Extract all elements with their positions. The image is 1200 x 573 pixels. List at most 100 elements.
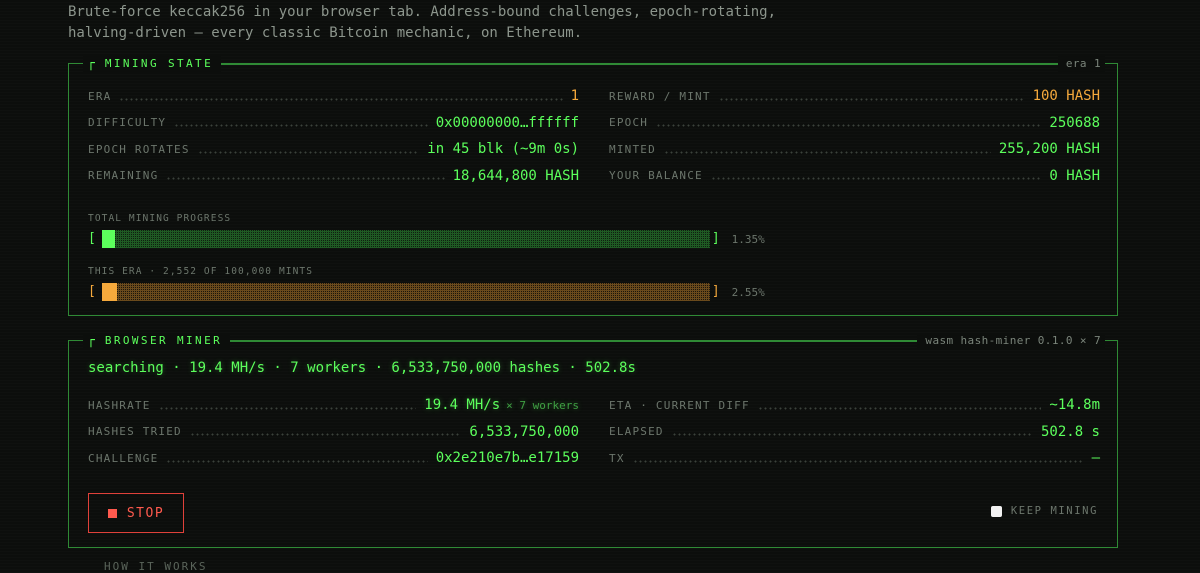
stat-label: CHALLENGE — [88, 451, 159, 465]
stat-label: REWARD / MINT — [609, 89, 711, 103]
corner-bracket-icon: ┌ — [83, 333, 99, 349]
stat-value-hashes-tried: 6,533,750,000 — [469, 423, 579, 440]
stat-row-elapsed: ELAPSED 502.8 s — [609, 419, 1100, 446]
stat-value-hashrate: 19.4 MH/s × 7 workers — [424, 397, 579, 413]
mining-state-left-col: ERA 1 DIFFICULTY 0x00000000…ffffff EPOCH… — [88, 83, 579, 189]
stop-button[interactable]: STOP — [88, 493, 184, 533]
stat-row-difficulty: DIFFICULTY 0x00000000…ffffff — [88, 110, 579, 137]
leader-dots — [663, 150, 991, 154]
stat-row-tx: TX — — [609, 445, 1100, 472]
stat-row-eta: ETA · CURRENT DIFF ~14.8m — [609, 392, 1100, 419]
stat-row-hashrate: HASHRATE 19.4 MH/s × 7 workers — [88, 392, 579, 419]
stat-label: YOUR BALANCE — [609, 169, 703, 183]
stat-label: MINTED — [609, 142, 656, 156]
leader-dots — [671, 433, 1033, 437]
total-progress-bar: [ ] 1.35% — [88, 229, 765, 249]
stat-value-challenge: 0x2e210e7b…e17159 — [435, 450, 579, 467]
stat-value-epoch: 250688 — [1049, 114, 1100, 131]
miner-version-tag: wasm hash-miner 0.1.0 × 7 — [917, 333, 1105, 349]
stat-label: HASHES TRIED — [88, 425, 182, 439]
stat-label: TX — [609, 451, 625, 465]
miner-right-col: ETA · CURRENT DIFF ~14.8m ELAPSED 502.8 … — [609, 392, 1100, 472]
leader-dots — [656, 124, 1042, 128]
stat-row-reward: REWARD / MINT 100 HASH — [609, 83, 1100, 110]
era-progress-label: THIS ERA · 2,552 OF 100,000 MINTS — [88, 266, 314, 277]
corner-bracket-icon: ┌ — [83, 56, 99, 72]
bracket-open: [ — [88, 231, 96, 246]
stat-value-difficulty: 0x00000000…ffffff — [435, 114, 579, 131]
intro-line-2: halving-driven — every classic Bitcoin m… — [68, 25, 583, 41]
leader-dots — [166, 459, 428, 463]
miner-left-col: HASHRATE 19.4 MH/s × 7 workers HASHES TRI… — [88, 392, 579, 472]
intro-text: Brute-force keccak256 in your browser ta… — [68, 2, 1068, 44]
leader-dots — [119, 97, 563, 101]
leader-dots — [718, 97, 1025, 101]
browser-miner-panel: ┌ BROWSER MINER wasm hash-miner 0.1.0 × … — [68, 333, 1118, 548]
stat-label: DIFFICULTY — [88, 116, 167, 130]
hashrate-workers: × 7 workers — [506, 399, 579, 413]
stop-square-icon — [107, 508, 117, 518]
stat-row-challenge: CHALLENGE 0x2e210e7b…e17159 — [88, 445, 579, 472]
era-progress-track — [101, 283, 710, 301]
leader-dots — [632, 459, 1084, 463]
total-progress-percent: 1.35% — [731, 232, 765, 246]
browser-miner-header: ┌ BROWSER MINER wasm hash-miner 0.1.0 × … — [83, 333, 1105, 349]
miner-stats: HASHRATE 19.4 MH/s × 7 workers HASHES TRI… — [88, 392, 1100, 472]
stat-row-hashes-tried: HASHES TRIED 6,533,750,000 — [88, 419, 579, 446]
stat-value-remaining: 18,644,800 HASH — [452, 167, 579, 184]
mining-state-panel: ┌ MINING STATE era 1 ERA 1 DIFFICULTY 0x… — [68, 56, 1118, 316]
checkbox-icon[interactable] — [990, 505, 1002, 517]
stat-label: REMAINING — [88, 169, 159, 183]
stat-value-era: 1 — [570, 88, 579, 105]
mining-state-title: MINING STATE — [98, 56, 222, 72]
total-progress-label: TOTAL MINING PROGRESS — [88, 213, 232, 224]
stat-row-epoch-rotates: EPOCH ROTATES in 45 blk (~9m 0s) — [88, 136, 579, 163]
header-rule — [221, 63, 1058, 65]
stat-label: ERA — [88, 89, 112, 103]
bracket-close: ] — [711, 231, 720, 246]
stat-value-elapsed: 502.8 s — [1040, 423, 1100, 440]
stat-value-tx: — — [1091, 450, 1100, 467]
leader-dots — [757, 406, 1042, 410]
mining-state-stats: ERA 1 DIFFICULTY 0x00000000…ffffff EPOCH… — [88, 83, 1100, 189]
leader-dots — [174, 124, 428, 128]
stat-value-minted: 255,200 HASH — [998, 141, 1100, 158]
mining-state-right-col: REWARD / MINT 100 HASH EPOCH 250688 MINT… — [609, 83, 1100, 189]
leader-dots — [710, 177, 1042, 181]
keep-mining-label: KEEP MINING — [1010, 505, 1098, 517]
stat-label: ETA · CURRENT DIFF — [609, 398, 750, 412]
stat-value-eta: ~14.8m — [1049, 397, 1100, 414]
stat-row-epoch: EPOCH 250688 — [609, 110, 1100, 137]
leader-dots — [189, 433, 462, 437]
header-rule — [230, 340, 918, 342]
era-progress-percent: 2.55% — [731, 285, 765, 299]
stat-row-remaining: REMAINING 18,644,800 HASH — [88, 163, 579, 190]
browser-miner-title: BROWSER MINER — [98, 333, 231, 349]
miner-status: searching · 19.4 MH/s · 7 workers · 6,53… — [88, 360, 636, 376]
stat-label: HASHRATE — [88, 398, 151, 412]
keep-mining-toggle[interactable]: KEEP MINING — [990, 505, 1098, 517]
intro-line-1: Brute-force keccak256 in your browser ta… — [68, 4, 777, 20]
total-progress-track — [101, 230, 710, 248]
leader-dots — [197, 150, 420, 154]
stat-row-balance: YOUR BALANCE 0 HASH — [609, 163, 1100, 190]
era-progress-fill — [101, 283, 118, 301]
leader-dots — [166, 177, 445, 181]
stat-value-epoch-rotates: in 45 blk (~9m 0s) — [427, 141, 579, 158]
stop-button-label: STOP — [126, 505, 165, 521]
total-progress-fill — [101, 230, 116, 248]
era-tag: era 1 — [1057, 56, 1105, 72]
stat-label: ELAPSED — [609, 425, 664, 439]
stat-value-balance: 0 HASH — [1049, 167, 1100, 184]
hashrate-value: 19.4 MH/s — [424, 397, 501, 414]
stat-label: EPOCH ROTATES — [88, 142, 190, 156]
stat-value-reward: 100 HASH — [1032, 88, 1100, 105]
bracket-close: ] — [711, 284, 720, 299]
stat-row-era: ERA 1 — [88, 83, 579, 110]
leader-dots — [158, 406, 417, 410]
stat-row-minted: MINTED 255,200 HASH — [609, 136, 1100, 163]
bracket-open: [ — [88, 284, 96, 299]
stat-label: EPOCH — [609, 116, 649, 130]
era-progress-bar: [ ] 2.55% — [88, 282, 765, 302]
mining-state-header: ┌ MINING STATE era 1 — [83, 56, 1105, 72]
